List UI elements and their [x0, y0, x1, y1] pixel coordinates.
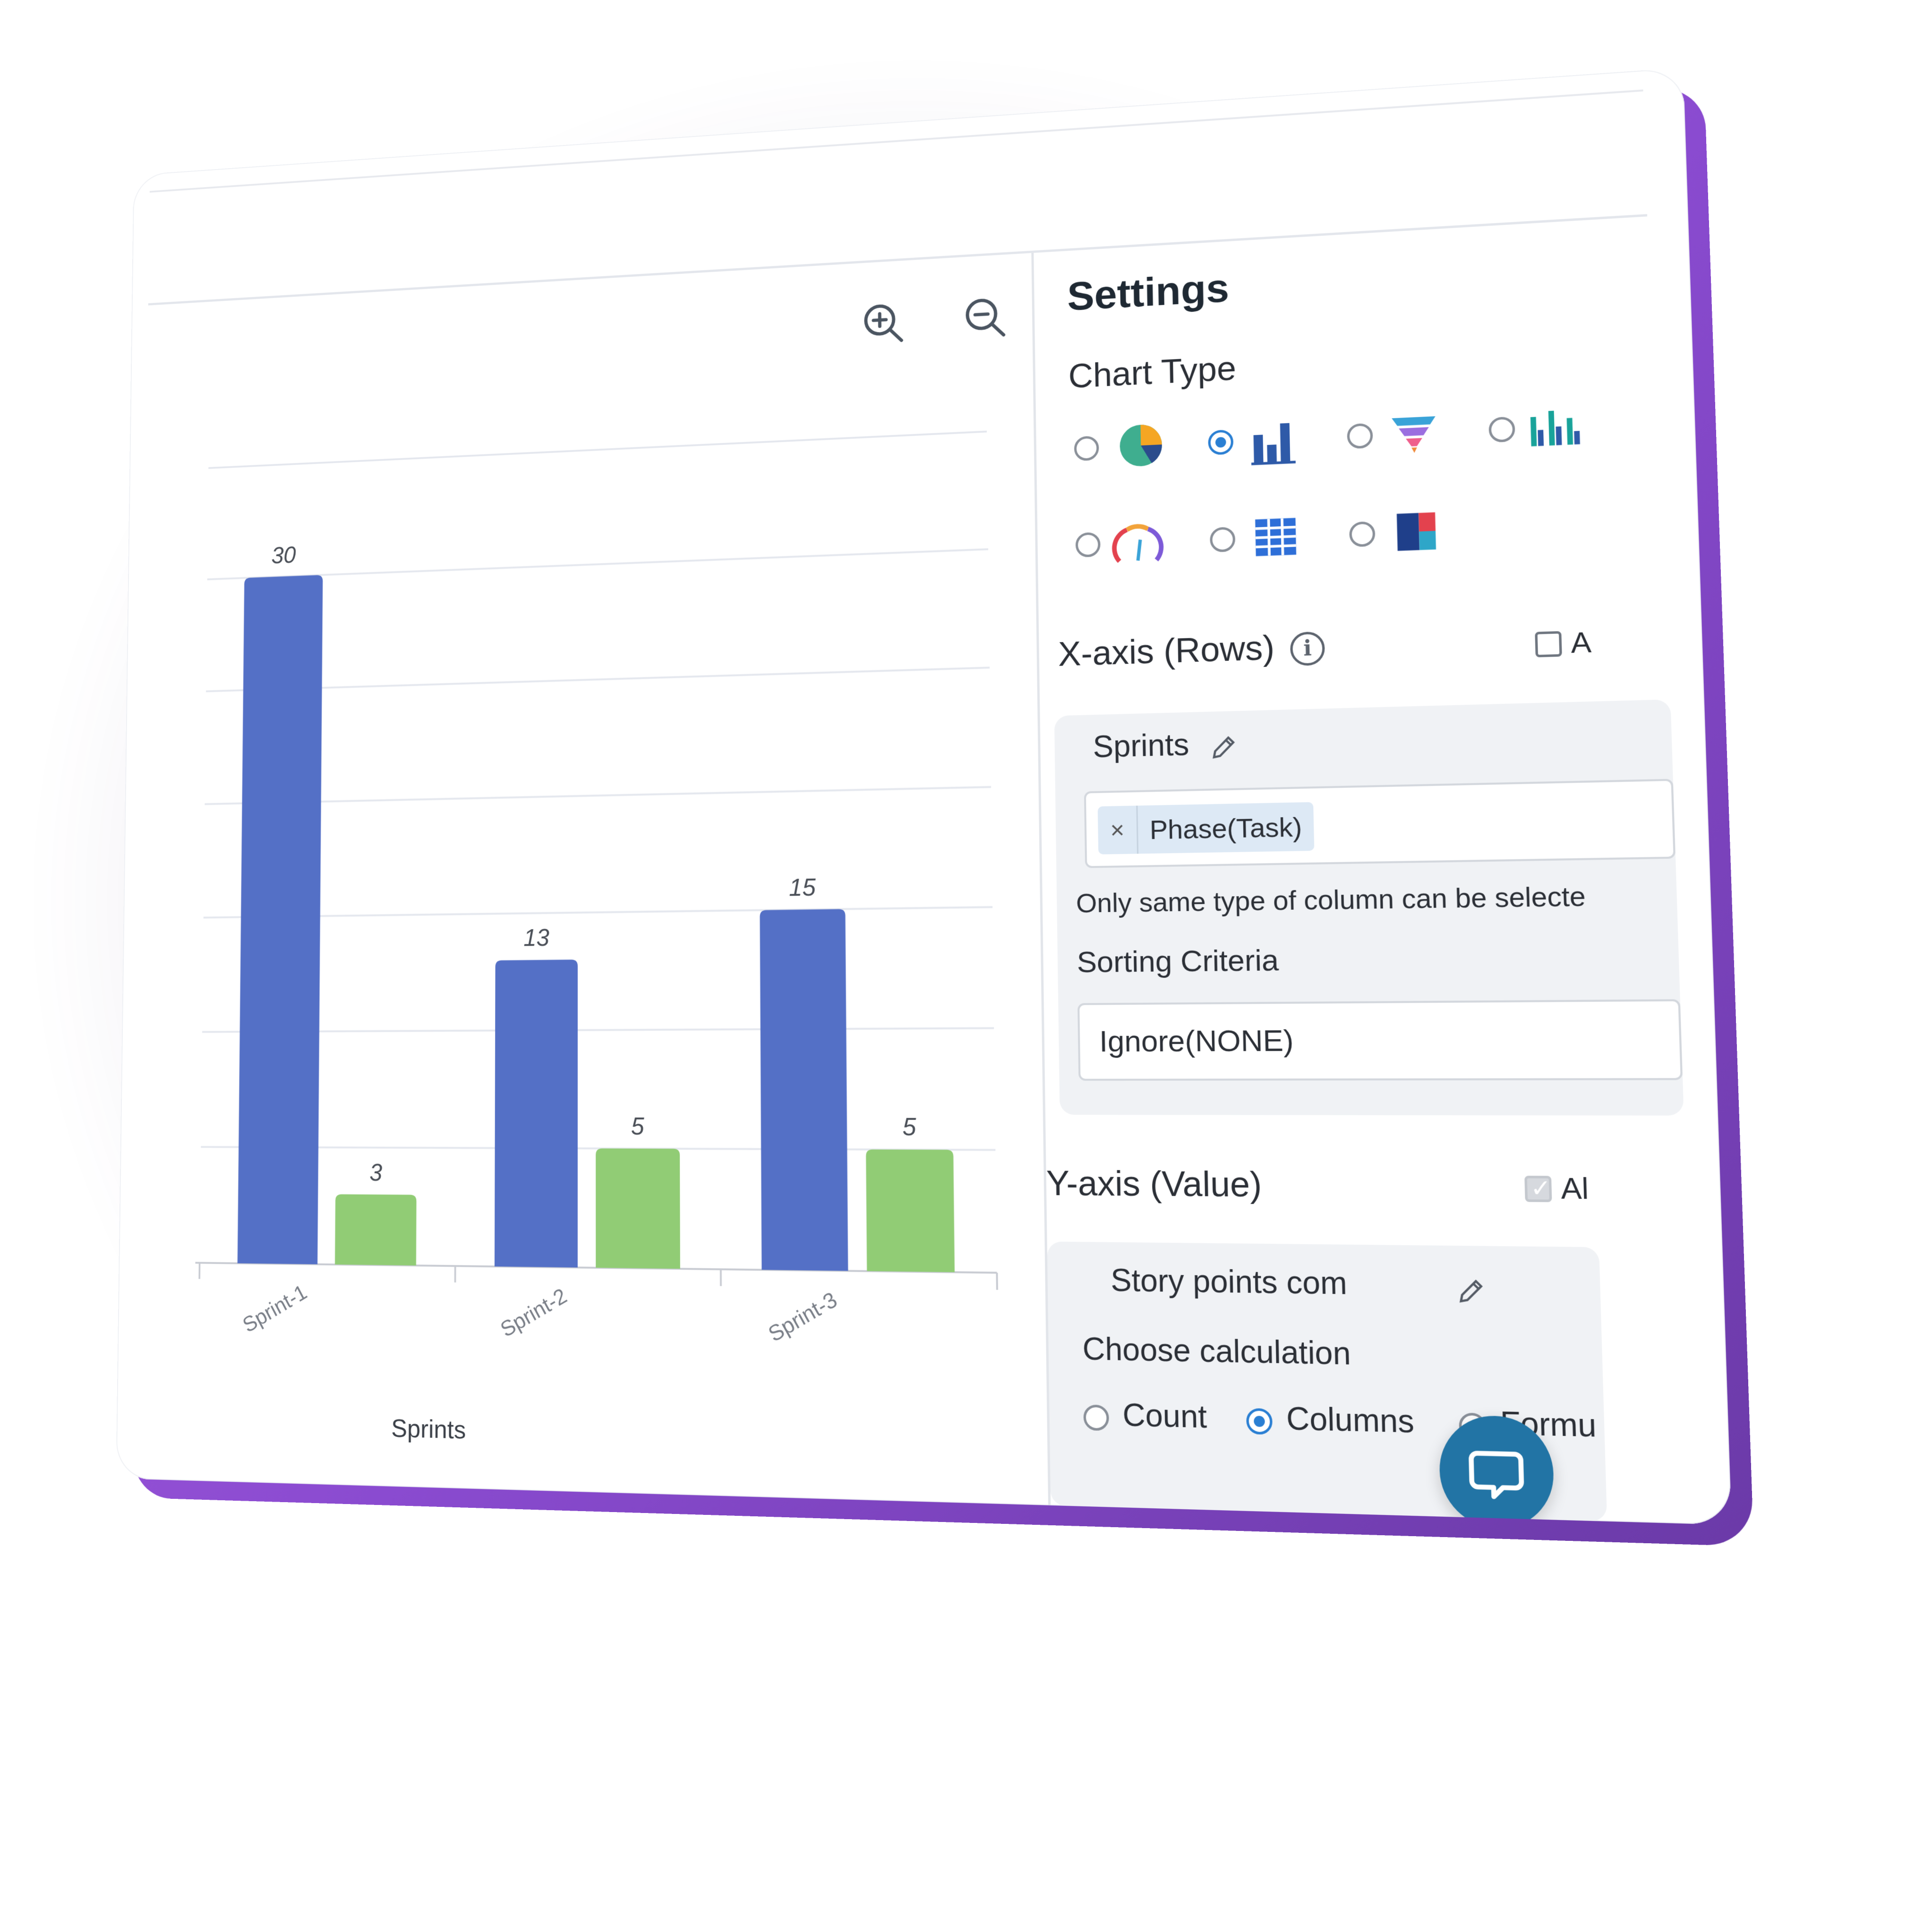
chart-type-radio-bar[interactable] [1208, 429, 1234, 455]
app-window: 30 3 Sprint-1 13 5 Sprint-2 15 5 Sprint-3 Sprints [116, 68, 1732, 1525]
bar-value-label: 30 [271, 541, 296, 568]
zoom-out-icon [959, 291, 1011, 345]
bar-chart: 30 3 Sprint-1 13 5 Sprint-2 15 5 Sprint-3 Sprints [116, 253, 1048, 1444]
bar-value-label: 5 [631, 1112, 644, 1140]
x-tick-label: Sprint-1 [239, 1280, 311, 1337]
bar-value-label: 5 [902, 1112, 916, 1141]
chart-type-radio-pie[interactable] [1074, 436, 1099, 462]
y-axis-label: Y-axis (Value) [1046, 1163, 1262, 1205]
edit-pencil-icon[interactable] [1455, 1276, 1487, 1307]
device-card: 30 3 Sprint-1 13 5 Sprint-2 15 5 Sprint-3 Sprints [116, 68, 1754, 1547]
y-axis-all-checkbox[interactable] [1524, 1175, 1552, 1202]
gridline [207, 549, 988, 580]
chart-type-radio-funnel[interactable] [1347, 423, 1373, 449]
x-axis-column-select[interactable]: × Phase(Task) [1084, 778, 1676, 868]
sorting-criteria-select[interactable]: Ignore(NONE) [1077, 999, 1683, 1081]
treemap-chart-icon[interactable] [1388, 504, 1445, 559]
zoom-in-icon [858, 297, 909, 350]
chart-type-radio-grouped-bar[interactable] [1488, 416, 1515, 443]
pie-chart-icon[interactable] [1114, 419, 1168, 473]
x-axis-config-box: Sprints × Phase(Task) Only same type of … [1054, 699, 1684, 1116]
bar [760, 909, 848, 1271]
bar-value-label: 15 [789, 873, 816, 901]
bar [335, 1194, 417, 1266]
gridline [206, 667, 990, 691]
chart-panel: 30 3 Sprint-1 13 5 Sprint-2 15 5 Sprint-3 Sprints [116, 253, 1048, 1505]
chart-type-radio-gauge[interactable] [1075, 532, 1101, 558]
selected-column-chip: × Phase(Task) [1097, 802, 1315, 855]
x-tick-label: Sprint-3 [764, 1287, 841, 1347]
chart-type-radio-table[interactable] [1209, 527, 1236, 553]
x-axis-label: X-axis (Rows) [1058, 628, 1275, 674]
edit-pencil-icon[interactable] [1209, 733, 1239, 762]
x-axis-group-title: Sprints [1093, 727, 1189, 764]
gridline [205, 787, 991, 804]
bar-value-label: 3 [369, 1159, 383, 1186]
grouped-bar-chart-icon[interactable] [1526, 399, 1583, 454]
bar [237, 574, 323, 1265]
gauge-chart-icon[interactable] [1111, 515, 1164, 569]
x-axis-all-checkbox[interactable] [1535, 631, 1562, 658]
bar [494, 959, 578, 1268]
chat-bubble-icon [1464, 1441, 1528, 1504]
chart-type-label: Chart Type [1068, 349, 1237, 396]
x-axis-title: Sprints [391, 1413, 466, 1444]
gridline [204, 907, 992, 917]
zoom-out-button[interactable] [959, 291, 1011, 345]
y-axis-checkbox-label: Al [1560, 1171, 1590, 1205]
calculation-label: Choose calculation [1082, 1331, 1351, 1372]
x-tick-label: Sprint-2 [496, 1283, 571, 1342]
calc-option-count[interactable]: Count [1122, 1396, 1207, 1435]
table-chart-icon[interactable] [1248, 510, 1303, 564]
info-icon[interactable]: i [1290, 631, 1325, 667]
bar-chart-icon[interactable] [1247, 412, 1301, 467]
zoom-in-button[interactable] [858, 297, 909, 350]
chip-remove-button[interactable]: × [1097, 805, 1139, 855]
gridline [208, 432, 987, 468]
chart-type-radio-treemap[interactable] [1349, 521, 1376, 547]
y-axis-group-title: Story points com [1110, 1262, 1348, 1301]
chip-label: Phase(Task) [1149, 811, 1303, 845]
bar [596, 1148, 680, 1269]
calc-option-columns[interactable]: Columns [1286, 1400, 1414, 1440]
settings-title: Settings [1067, 265, 1230, 319]
x-axis-hint: Only same type of column can be selecte [1076, 880, 1586, 918]
bar-value-label: 13 [523, 924, 549, 951]
calc-radio-count[interactable] [1083, 1404, 1109, 1431]
calc-radio-columns[interactable] [1246, 1408, 1273, 1435]
settings-panel: Settings Chart Type X-axis (Rows) i A Sp… [1034, 214, 1732, 1525]
bar [866, 1149, 955, 1273]
x-axis-checkbox-label: A [1570, 625, 1592, 659]
funnel-chart-icon[interactable] [1386, 405, 1442, 461]
sorting-criteria-label: Sorting Criteria [1077, 943, 1279, 979]
gridline [202, 1028, 994, 1032]
